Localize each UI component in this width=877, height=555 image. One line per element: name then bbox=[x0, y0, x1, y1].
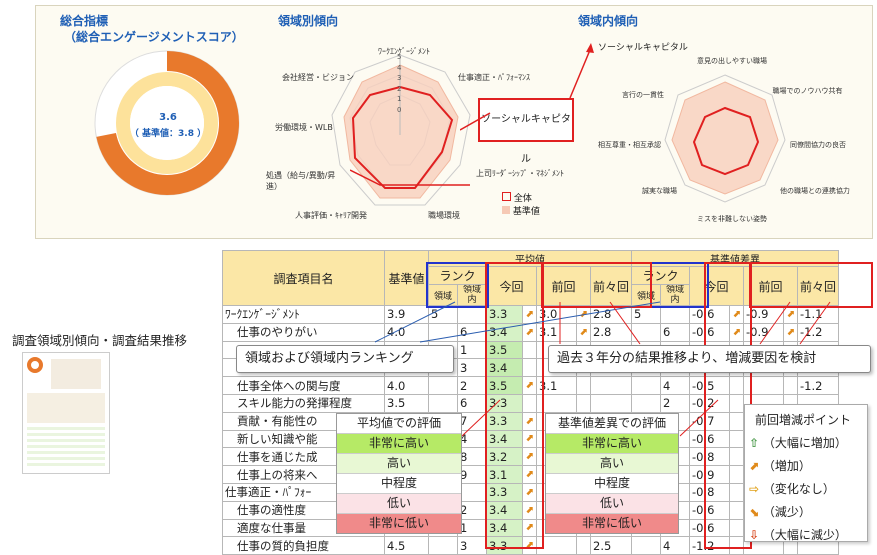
ranking-callout: 領域および領域内ランキング bbox=[236, 345, 454, 373]
down-small-icon: ⬊ bbox=[749, 505, 760, 519]
up-small-icon: ⬈ bbox=[749, 459, 760, 473]
legend-item: 高い bbox=[337, 453, 461, 473]
legend-title: 基準値差異での評価 bbox=[557, 416, 666, 430]
legend-item: 高い bbox=[546, 453, 678, 473]
legend-item: 中程度 bbox=[546, 473, 678, 493]
legend-title: 平均値での評価 bbox=[356, 416, 441, 430]
trend-callout: 過去３年分の結果推移より、増減要因を検討 bbox=[548, 345, 871, 373]
legend-item: 中程度 bbox=[337, 473, 461, 493]
change-points-legend: 前回増減ポイント ⇧ （大幅に増加） ⬈ （増加） ⇨ （変化なし） ⬊ （減少… bbox=[744, 404, 868, 542]
down-large-icon: ⇩ bbox=[749, 528, 760, 542]
diff-evaluation-legend: 基準値差異での評価 非常に高い 高い 中程度 低い 非常に低い bbox=[545, 413, 679, 534]
avg-evaluation-legend: 平均値での評価 非常に高い 高い 中程度 低い 非常に低い bbox=[336, 413, 462, 534]
flat-icon: ⇨ bbox=[749, 482, 760, 496]
legend-item: 非常に低い bbox=[546, 513, 678, 533]
legend-item: 非常に高い bbox=[546, 433, 678, 453]
legend-item: 非常に高い bbox=[337, 433, 461, 453]
legend-item: 低い bbox=[546, 493, 678, 513]
up-large-icon: ⇧ bbox=[749, 436, 760, 450]
legend-item: 低い bbox=[337, 493, 461, 513]
legend-item: 非常に低い bbox=[337, 513, 461, 533]
legend-title: 前回増減ポイント bbox=[755, 413, 852, 427]
